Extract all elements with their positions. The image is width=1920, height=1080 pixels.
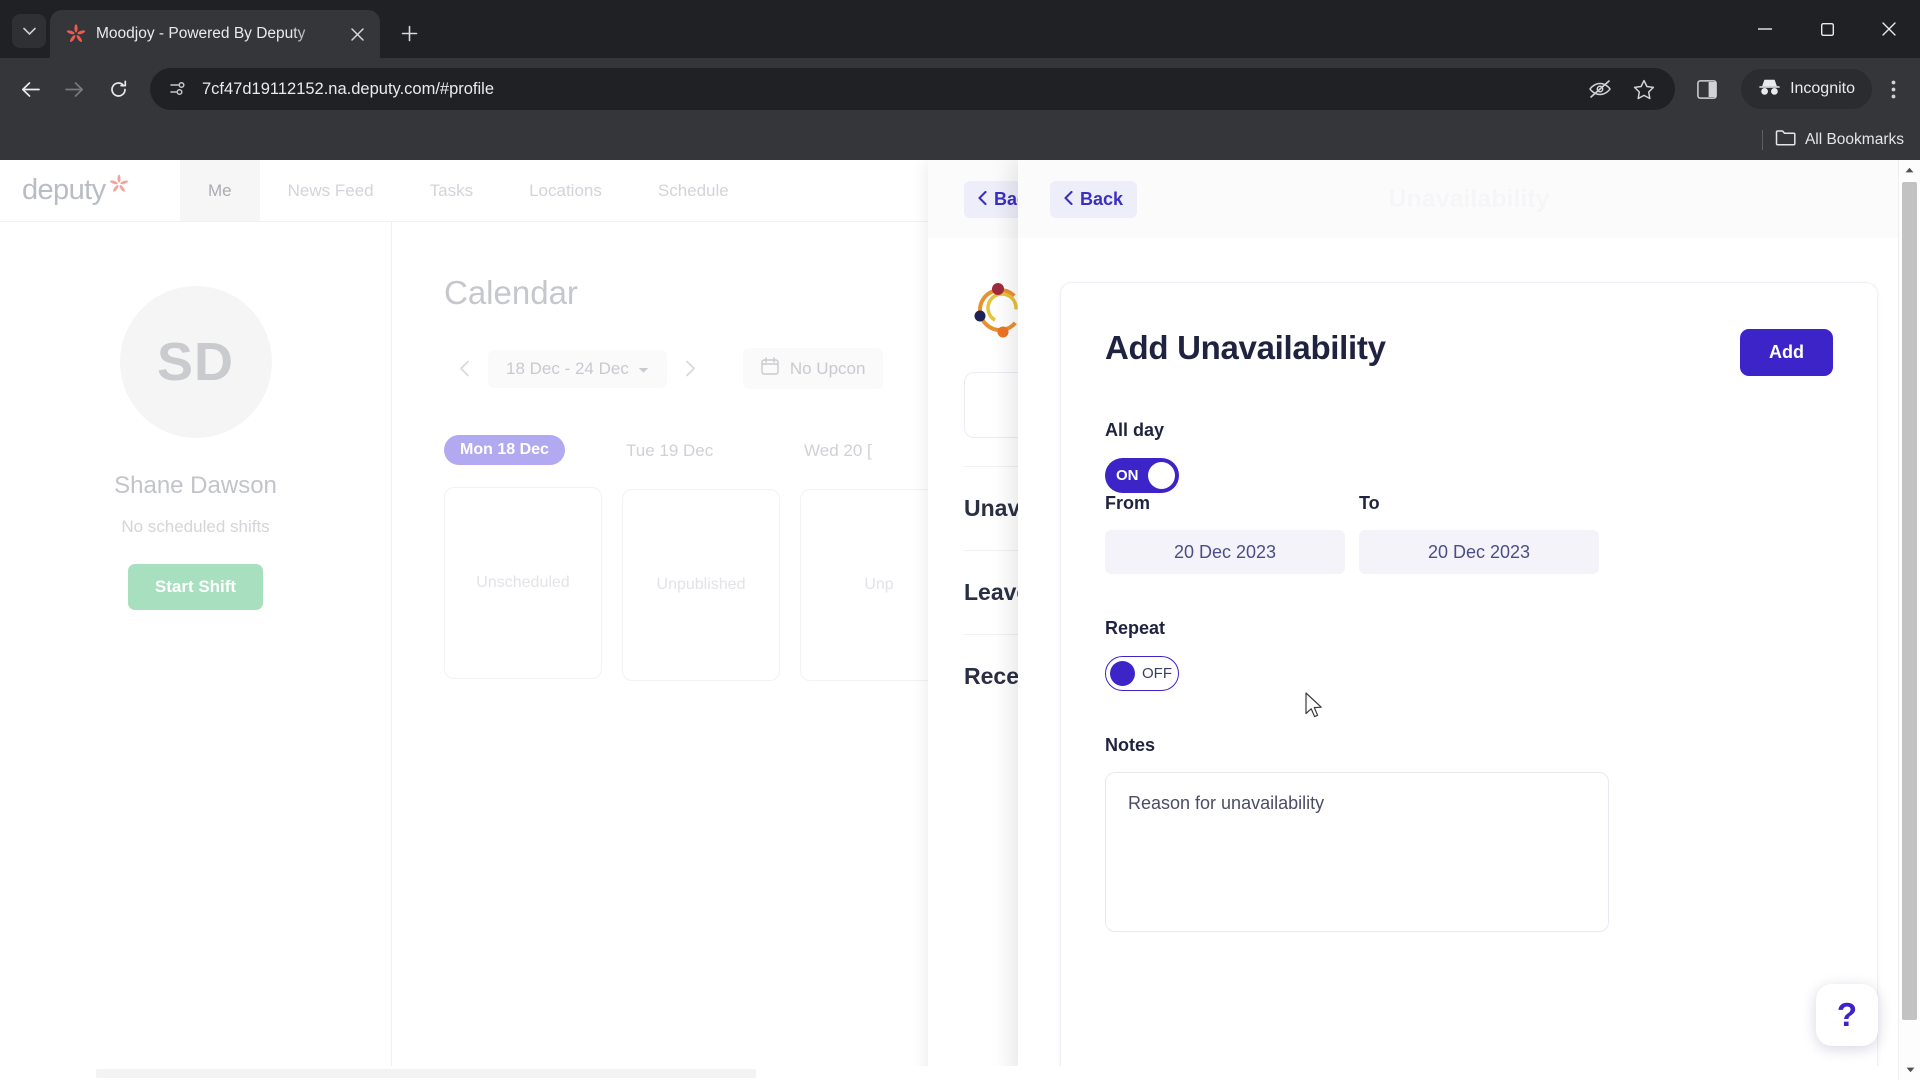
chevron-left-icon <box>978 189 987 210</box>
browser-toolbar: 7cf47d19112152.na.deputy.com/#profile In… <box>0 58 1920 120</box>
profile-name: Shane Dawson <box>114 472 277 499</box>
day-label[interactable]: Tue 19 Dec <box>622 435 713 467</box>
tab-search-icon[interactable] <box>12 14 46 48</box>
to-date-field[interactable]: 20 Dec 2023 <box>1359 530 1599 574</box>
main-nav: Me News Feed Tasks Locations Schedule <box>180 160 757 221</box>
folder-icon <box>1775 129 1796 151</box>
calendar-day-column: Mon 18 Dec Unscheduled <box>444 435 622 681</box>
omnibox-actions <box>1587 76 1663 102</box>
notes-group: Notes <box>1105 735 1833 937</box>
all-day-toggle[interactable]: ON <box>1105 458 1179 493</box>
repeat-label: Repeat <box>1105 618 1166 638</box>
chevron-right-icon[interactable] <box>671 349 711 389</box>
brand-name: deputy <box>22 174 106 206</box>
nav-tab-schedule[interactable]: Schedule <box>630 160 757 221</box>
to-label: To <box>1359 493 1380 513</box>
from-date-column: From 20 Dec 2023 <box>1105 493 1345 574</box>
bookmarks-bar: All Bookmarks <box>0 120 1920 160</box>
notes-textarea[interactable] <box>1105 772 1609 932</box>
question-mark-icon: ? <box>1836 996 1858 1033</box>
calendar-icon <box>761 357 779 380</box>
eye-slash-icon[interactable] <box>1587 76 1613 102</box>
help-button[interactable]: ? <box>1816 984 1878 1046</box>
all-day-group: All day ON <box>1105 420 1833 493</box>
tab-strip: Moodjoy - Powered By Deputy <box>0 0 1920 58</box>
minimize-icon[interactable] <box>1734 0 1796 58</box>
close-icon[interactable] <box>344 21 370 47</box>
date-range-selector[interactable]: 18 Dec - 24 Dec <box>488 349 667 388</box>
profile-shift-status: No scheduled shifts <box>121 517 270 536</box>
kebab-menu-icon[interactable] <box>1876 69 1910 109</box>
site-settings-icon[interactable] <box>168 79 188 99</box>
day-card[interactable]: Unpublished <box>622 489 780 681</box>
drawer-title: Unavailability <box>1388 184 1550 213</box>
day-label-today[interactable]: Mon 18 Dec <box>444 435 565 465</box>
profile-sidebar: SD Shane Dawson No scheduled shifts Star… <box>0 222 392 1080</box>
nav-tab-me[interactable]: Me <box>180 160 260 221</box>
from-date-field[interactable]: 20 Dec 2023 <box>1105 530 1345 574</box>
page-viewport: deputy Me News Feed Tasks Locations Sche… <box>0 160 1920 1080</box>
star-icon[interactable] <box>1631 76 1657 102</box>
add-unavailability-panel: Add Unavailability Add All day ON From 2… <box>1060 282 1878 1080</box>
arrow-right-icon[interactable] <box>54 69 94 109</box>
maximize-icon[interactable] <box>1796 0 1858 58</box>
scroll-down-arrow[interactable] <box>1899 1060 1920 1080</box>
panel-header: Add Unavailability Add <box>1105 329 1833 376</box>
date-range-group: From 20 Dec 2023 To 20 Dec 2023 <box>1105 493 1833 574</box>
upcoming-shift-chip[interactable]: No Upcon <box>742 348 884 389</box>
incognito-label: Incognito <box>1790 80 1855 97</box>
vertical-scrollbar[interactable] <box>1898 160 1920 1080</box>
scrollbar-thumb[interactable] <box>1902 182 1917 1020</box>
incognito-indicator[interactable]: Incognito <box>1741 69 1872 109</box>
scroll-up-arrow[interactable] <box>1899 160 1920 180</box>
arrow-left-icon[interactable] <box>10 69 50 109</box>
drawer-header: Back Unavailability <box>1018 160 1920 238</box>
start-shift-button[interactable]: Start Shift <box>127 564 264 610</box>
unavailability-drawer: Back Unavailability Add Unavailability A… <box>1018 160 1920 1080</box>
window-controls <box>1734 0 1920 58</box>
reload-icon[interactable] <box>98 69 138 109</box>
side-panel-icon[interactable] <box>1687 69 1727 109</box>
calendar-day-column: Tue 19 Dec Unpublished <box>622 435 800 681</box>
form-title: Add Unavailability <box>1105 329 1386 366</box>
to-date-column: To 20 Dec 2023 <box>1359 493 1599 574</box>
horizontal-scrollbar[interactable] <box>0 1066 1898 1080</box>
all-bookmarks-label: All Bookmarks <box>1804 131 1904 148</box>
upcoming-shift-label: No Upcon <box>789 358 866 378</box>
avatar: SD <box>119 286 272 438</box>
nav-tab-locations[interactable]: Locations <box>501 160 630 221</box>
repeat-group: Repeat OFF <box>1105 618 1833 691</box>
day-label[interactable]: Wed 20 [ <box>800 435 872 467</box>
nav-tab-news-feed[interactable]: News Feed <box>260 160 402 221</box>
all-day-label: All day <box>1105 420 1165 440</box>
incognito-icon <box>1758 78 1781 101</box>
notes-label: Notes <box>1105 735 1156 755</box>
deputy-logo[interactable]: deputy <box>0 160 180 221</box>
scrollbar-thumb-horizontal[interactable] <box>96 1069 756 1078</box>
address-bar[interactable]: 7cf47d19112152.na.deputy.com/#profile <box>150 68 1676 110</box>
tab-title: Moodjoy - Powered By Deputy <box>96 25 306 42</box>
toggle-knob <box>1148 462 1175 489</box>
day-card[interactable]: Unscheduled <box>444 487 602 679</box>
browser-tab[interactable]: Moodjoy - Powered By Deputy <box>50 10 380 58</box>
date-range-label: 18 Dec - 24 Dec <box>506 358 629 378</box>
toggle-knob <box>1110 661 1135 686</box>
add-button[interactable]: Add <box>1740 329 1833 376</box>
browser-window: Moodjoy - Powered By Deputy 7cf47d191121… <box>0 0 1920 1080</box>
close-window-icon[interactable] <box>1858 0 1920 58</box>
caret-down-icon <box>638 359 649 379</box>
deputy-star-favicon <box>66 24 86 44</box>
repeat-toggle-state: OFF <box>1142 665 1172 682</box>
all-day-toggle-state: ON <box>1116 467 1139 484</box>
chevron-left-icon[interactable] <box>444 349 484 389</box>
from-label: From <box>1105 493 1150 513</box>
repeat-toggle[interactable]: OFF <box>1105 656 1179 691</box>
url-text[interactable]: 7cf47d19112152.na.deputy.com/#profile <box>202 80 1573 99</box>
divider <box>1761 130 1763 150</box>
all-bookmarks-button[interactable]: All Bookmarks <box>1775 129 1904 151</box>
plus-icon[interactable] <box>392 16 426 50</box>
nav-tab-tasks[interactable]: Tasks <box>402 160 501 221</box>
deputy-asterisk-icon <box>109 174 129 194</box>
